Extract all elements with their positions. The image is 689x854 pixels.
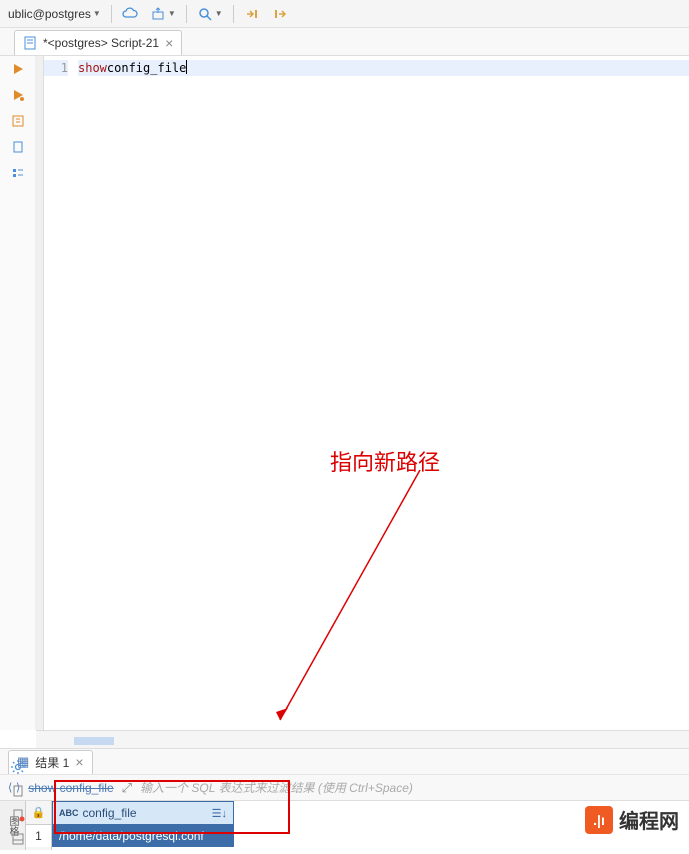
editor-tabbar: *<postgres> Script-21 × (0, 28, 689, 56)
close-icon[interactable]: × (165, 35, 173, 51)
line-number: 1 (44, 60, 68, 76)
type-badge: ABC (59, 808, 79, 818)
text-cursor (186, 60, 187, 74)
grid-cell[interactable]: /home/data/postgresql.conf (52, 825, 234, 847)
run-button[interactable] (9, 60, 27, 78)
doc-button[interactable] (9, 782, 27, 800)
results-sql-text: show config_file (28, 781, 113, 795)
separator (233, 5, 234, 23)
expand-icon[interactable]: ⤢ (122, 780, 132, 796)
horizontal-ruler (36, 730, 689, 748)
chevron-down-icon: ▼ (168, 9, 176, 18)
separator (186, 5, 187, 23)
breadcrumb-dropdown[interactable]: ublic@postgres ▼ (4, 5, 105, 23)
separator (111, 5, 112, 23)
script-button[interactable] (9, 138, 27, 156)
outline-button[interactable] (9, 164, 27, 182)
step-in-icon (244, 6, 260, 22)
editor-tab-title: *<postgres> Script-21 (43, 36, 159, 50)
watermark-logo: .|ı (585, 806, 613, 834)
column-header[interactable]: ABC config_file ☰↓ (52, 801, 234, 825)
column-name: config_file (83, 806, 137, 820)
results-tab-title: 结果 1 (35, 754, 69, 771)
results-toolbar: ⟨·⟩ show config_file ⤢ 输入一个 SQL 表达式来过滤结果… (0, 774, 689, 800)
chevron-down-icon: ▼ (93, 9, 101, 18)
doc-warn-button[interactable] (9, 806, 27, 824)
top-toolbar: ublic@postgres ▼ ▼ ▼ (0, 0, 689, 28)
explain-button[interactable] (9, 112, 27, 130)
search-button[interactable]: ▼ (193, 4, 227, 24)
step-in-button[interactable] (240, 4, 264, 24)
editor-handle[interactable] (36, 56, 44, 730)
filter-input[interactable]: 输入一个 SQL 表达式来过滤结果 (使用 Ctrl+Space) (140, 779, 413, 796)
grid-body: ABC config_file ☰↓ /home/data/postgresql… (52, 801, 234, 850)
sql-keyword: show (78, 60, 107, 76)
collapse-button[interactable] (9, 830, 27, 848)
close-icon[interactable]: × (75, 754, 83, 770)
chevron-down-icon: ▼ (215, 9, 223, 18)
cell-value: /home/data/postgresql.conf (59, 829, 204, 843)
main-area: 1 show config_file (0, 56, 689, 730)
step-out-button[interactable] (268, 4, 292, 24)
results-tabbar: ▦ 结果 1 × (0, 748, 689, 774)
breadcrumb-text: ublic@postgres (8, 7, 91, 21)
sql-identifier: config_file (107, 60, 186, 76)
export-button[interactable]: ▼ (146, 4, 180, 24)
bottom-gutter (0, 758, 36, 848)
code-area[interactable]: show config_file (74, 56, 689, 730)
editor-tab[interactable]: *<postgres> Script-21 × (14, 30, 182, 55)
editor-pane: 1 show config_file (36, 56, 689, 730)
settings-button[interactable] (9, 758, 27, 776)
run-selection-button[interactable] (9, 86, 27, 104)
cloud-button[interactable] (118, 4, 142, 24)
watermark-text: 编程网 (619, 805, 679, 834)
export-icon (150, 6, 166, 22)
search-icon (197, 6, 213, 22)
hscroll-thumb[interactable] (74, 737, 114, 745)
sql-file-icon (23, 36, 37, 50)
left-gutter (0, 56, 36, 730)
cloud-icon (122, 6, 138, 22)
watermark: .|ı 编程网 (585, 805, 679, 834)
filter-icon[interactable]: ☰↓ (212, 807, 227, 820)
step-out-icon (272, 6, 288, 22)
line-number-gutter: 1 (44, 56, 74, 730)
code-line: show config_file (78, 60, 689, 76)
